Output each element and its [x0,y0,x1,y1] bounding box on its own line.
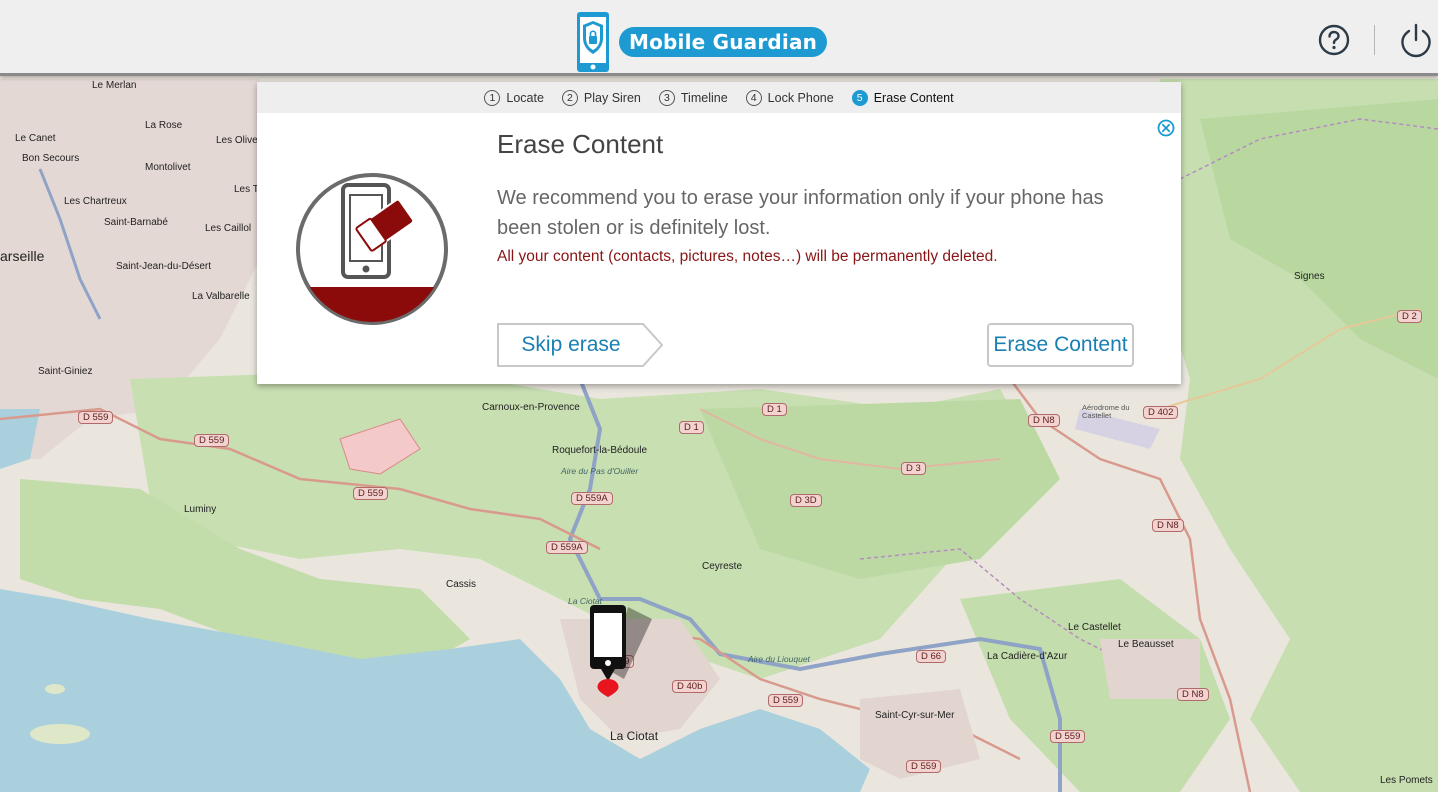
erase-content-button[interactable]: Erase Content [987,323,1134,367]
place-label: Saint-Jean-du-Désert [116,261,212,272]
road-shield: D 559 [768,694,804,707]
place-label: La Rose [145,120,183,131]
place-label: Carnoux-en-Provence [482,402,580,413]
road-shield: D N8 [1152,519,1184,532]
place-label: Le Beausset [1118,639,1174,650]
erase-content-dialog: 1 Locate 2 Play Siren 3 Timeline 4 Lock … [257,82,1181,384]
place-label: Saint-Barnabé [104,217,168,228]
road-shield: D 2 [1397,310,1422,323]
shield-phone-icon [577,12,609,72]
place-label: Le Merlan [92,80,137,91]
road-shield: D 559 [194,434,230,447]
place-label: Saint-Cyr-sur-Mer [875,710,955,721]
road-shield: D 559 [906,760,942,773]
close-icon[interactable] [1157,119,1175,137]
step-label: Lock Phone [767,90,834,105]
road-shield: D 559A [546,541,588,554]
road-shield: D N8 [1177,688,1209,701]
question-circle-icon[interactable] [1318,24,1350,56]
header-divider [1374,25,1375,55]
place-label: Les Pomets [1380,775,1433,786]
device-location-pin[interactable] [584,601,656,711]
road-shield: D 3D [790,494,822,507]
road-shield: D N8 [1028,414,1060,427]
road-shield: D 559 [353,487,389,500]
place-label: Le Castellet [1068,622,1121,633]
place-label: Ceyreste [702,561,743,572]
place-label: Cassis [446,579,477,590]
power-icon[interactable] [1400,22,1432,58]
road-shield: D 402 [1143,406,1179,419]
place-label-city: La Ciotat [610,729,659,743]
place-label: Montolivet [145,162,191,173]
top-bar: Mobile Guardian [0,0,1438,76]
road-shield: D 559 [78,411,114,424]
step-label: Erase Content [873,90,954,105]
road-shield: D 559A [571,492,613,505]
dialog-description: We recommend you to erase your informati… [497,187,1104,239]
road-shield: D 3 [901,462,926,475]
step-label: Locate [506,90,544,105]
place-label: Les T [234,184,259,195]
place-label: La Valbarelle [192,291,250,302]
step-navigation: 1 Locate 2 Play Siren 3 Timeline 4 Lock … [257,82,1181,113]
step-number: 1 [484,89,501,106]
road-shield: D 40b [672,680,708,693]
step-number: 3 [658,89,675,106]
step-locate[interactable]: 1 Locate [484,89,544,106]
skip-erase-button[interactable]: Skip erase [497,323,663,367]
place-label: Le Canet [15,133,56,144]
app-root: Le Merlan La Rose Le Canet Les Olive Bon… [0,0,1438,792]
road-shield: D 559 [1050,730,1086,743]
dialog-title: Erase Content [497,129,664,159]
place-label: La Cadière-d'Azur [987,651,1068,662]
road-shield: D 66 [916,650,947,663]
place-label: Saint-Giniez [38,366,93,377]
step-lock-phone[interactable]: 4 Lock Phone [745,89,834,106]
place-label: Les Chartreux [64,196,127,207]
skip-erase-label: Skip erase [521,333,621,356]
road-shield: D 1 [762,403,787,416]
place-label: Roquefort-la-Bédoule [552,445,648,456]
place-label: Les Olive [216,135,258,146]
place-label: Les Caillol [205,223,252,234]
step-number: 2 [561,89,578,106]
step-timeline[interactable]: 3 Timeline [658,89,728,106]
phone-eraser-icon [296,173,448,325]
step-erase-content[interactable]: 5 Erase Content [851,89,954,106]
road-shield: D 1 [679,421,704,434]
step-number: 5 [851,89,868,106]
step-label: Play Siren [583,90,641,105]
place-label: Luminy [184,504,217,515]
step-play-siren[interactable]: 2 Play Siren [561,89,641,106]
dialog-warning: All your content (contacts, pictures, no… [497,248,998,265]
step-label: Timeline [680,90,728,105]
place-label: Aire du Pas d'Ouiller [561,466,639,476]
place-label: Aire du Liouquet [748,654,810,664]
place-label: Bon Secours [22,153,80,164]
app-name: Mobile Guardian [619,27,828,57]
step-number: 4 [745,89,762,106]
place-label: Aérodrome du Castellet [1082,403,1130,420]
place-label: Signes [1294,271,1325,282]
app-logo: Mobile Guardian [575,11,828,73]
place-label-city: arseille [0,248,45,264]
